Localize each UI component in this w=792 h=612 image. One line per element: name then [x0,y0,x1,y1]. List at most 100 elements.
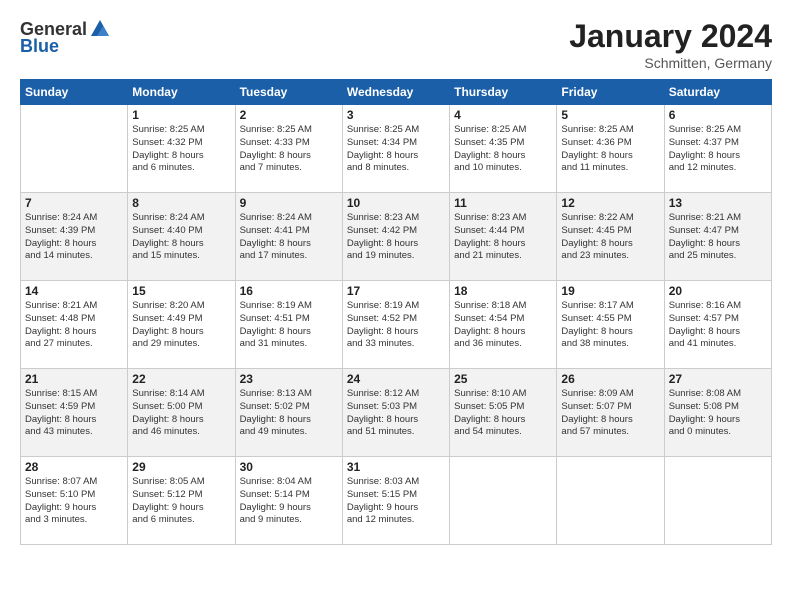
day-info: Sunrise: 8:25 AMSunset: 4:37 PMDaylight:… [669,124,767,175]
table-row: 8 Sunrise: 8:24 AMSunset: 4:40 PMDaylight… [128,193,235,281]
header-wednesday: Wednesday [342,80,449,105]
header-monday: Monday [128,80,235,105]
logo: General Blue [20,18,111,57]
day-number: 10 [347,196,445,210]
table-row: 22 Sunrise: 8:14 AMSunset: 5:00 PMDayligh… [128,369,235,457]
table-row: 24Sunrise: 8:12 AMSunset: 5:03 PMDayligh… [342,369,449,457]
table-row: 15 Sunrise: 8:20 AMSunset: 4:49 PMDayligh… [128,281,235,369]
table-row: 27 Sunrise: 8:08 AMSunset: 5:08 PMDayligh… [664,369,771,457]
table-row: 9 Sunrise: 8:24 AMSunset: 4:41 PMDaylight… [235,193,342,281]
day-number: 2 [240,108,338,122]
table-row: 17Sunrise: 8:19 AMSunset: 4:52 PMDayligh… [342,281,449,369]
day-info: Sunrise: 8:25 AMSunset: 4:36 PMDaylight:… [561,124,659,175]
day-info: Sunrise: 8:22 AMSunset: 4:45 PMDaylight:… [561,212,659,263]
logo-blue-text: Blue [20,36,59,57]
table-row: 30 Sunrise: 8:04 AMSunset: 5:14 PMDayligh… [235,457,342,545]
table-row: 6Sunrise: 8:25 AMSunset: 4:37 PMDaylight… [664,105,771,193]
header-friday: Friday [557,80,664,105]
day-info: Sunrise: 8:13 AMSunset: 5:02 PMDaylight:… [240,388,338,439]
table-row: 14Sunrise: 8:21 AMSunset: 4:48 PMDayligh… [21,281,128,369]
table-row [21,105,128,193]
calendar-header-row: Sunday Monday Tuesday Wednesday Thursday… [21,80,772,105]
calendar-week-row: 28 Sunrise: 8:07 AMSunset: 5:10 PMDayligh… [21,457,772,545]
day-info: Sunrise: 8:19 AMSunset: 4:51 PMDaylight:… [240,300,338,351]
day-info: Sunrise: 8:12 AMSunset: 5:03 PMDaylight:… [347,388,445,439]
day-number: 8 [132,196,230,210]
table-row: 31Sunrise: 8:03 AMSunset: 5:15 PMDayligh… [342,457,449,545]
table-row: 20 Sunrise: 8:16 AMSunset: 4:57 PMDayligh… [664,281,771,369]
calendar: Sunday Monday Tuesday Wednesday Thursday… [20,79,772,545]
table-row: 23 Sunrise: 8:13 AMSunset: 5:02 PMDayligh… [235,369,342,457]
table-row [450,457,557,545]
table-row: 2 Sunrise: 8:25 AMSunset: 4:33 PMDaylight… [235,105,342,193]
day-info: Sunrise: 8:24 AMSunset: 4:40 PMDaylight:… [132,212,230,263]
day-info: Sunrise: 8:05 AMSunset: 5:12 PMDaylight:… [132,476,230,527]
table-row: 10 Sunrise: 8:23 AMSunset: 4:42 PMDayligh… [342,193,449,281]
table-row [664,457,771,545]
day-number: 4 [454,108,552,122]
table-row: 1 Sunrise: 8:25 AMSunset: 4:32 PMDaylight… [128,105,235,193]
table-row: 28 Sunrise: 8:07 AMSunset: 5:10 PMDayligh… [21,457,128,545]
location: Schmitten, Germany [569,55,772,71]
title-block: January 2024 Schmitten, Germany [569,18,772,71]
table-row: 16 Sunrise: 8:19 AMSunset: 4:51 PMDayligh… [235,281,342,369]
table-row: 4 Sunrise: 8:25 AMSunset: 4:35 PMDaylight… [450,105,557,193]
logo-icon [89,18,111,40]
calendar-week-row: 14Sunrise: 8:21 AMSunset: 4:48 PMDayligh… [21,281,772,369]
day-info: Sunrise: 8:23 AMSunset: 4:42 PMDaylight:… [347,212,445,263]
table-row: 25 Sunrise: 8:10 AMSunset: 5:05 PMDayligh… [450,369,557,457]
table-row: 19 Sunrise: 8:17 AMSunset: 4:55 PMDayligh… [557,281,664,369]
day-number: 23 [240,372,338,386]
day-info: Sunrise: 8:08 AMSunset: 5:08 PMDaylight:… [669,388,767,439]
day-number: 27 [669,372,767,386]
table-row: 12 Sunrise: 8:22 AMSunset: 4:45 PMDayligh… [557,193,664,281]
table-row [557,457,664,545]
day-info: Sunrise: 8:21 AMSunset: 4:47 PMDaylight:… [669,212,767,263]
day-info: Sunrise: 8:14 AMSunset: 5:00 PMDaylight:… [132,388,230,439]
day-info: Sunrise: 8:20 AMSunset: 4:49 PMDaylight:… [132,300,230,351]
day-number: 16 [240,284,338,298]
day-info: Sunrise: 8:17 AMSunset: 4:55 PMDaylight:… [561,300,659,351]
day-number: 25 [454,372,552,386]
day-number: 12 [561,196,659,210]
calendar-week-row: 1 Sunrise: 8:25 AMSunset: 4:32 PMDaylight… [21,105,772,193]
day-info: Sunrise: 8:25 AMSunset: 4:34 PMDaylight:… [347,124,445,175]
table-row: 26Sunrise: 8:09 AMSunset: 5:07 PMDayligh… [557,369,664,457]
day-number: 30 [240,460,338,474]
day-number: 7 [25,196,123,210]
header-saturday: Saturday [664,80,771,105]
header-sunday: Sunday [21,80,128,105]
table-row: 3Sunrise: 8:25 AMSunset: 4:34 PMDaylight… [342,105,449,193]
day-info: Sunrise: 8:07 AMSunset: 5:10 PMDaylight:… [25,476,123,527]
table-row: 18Sunrise: 8:18 AMSunset: 4:54 PMDayligh… [450,281,557,369]
day-number: 13 [669,196,767,210]
table-row: 5Sunrise: 8:25 AMSunset: 4:36 PMDaylight… [557,105,664,193]
table-row: 7 Sunrise: 8:24 AMSunset: 4:39 PMDaylight… [21,193,128,281]
day-number: 17 [347,284,445,298]
day-number: 22 [132,372,230,386]
table-row: 21Sunrise: 8:15 AMSunset: 4:59 PMDayligh… [21,369,128,457]
table-row: 29Sunrise: 8:05 AMSunset: 5:12 PMDayligh… [128,457,235,545]
day-info: Sunrise: 8:16 AMSunset: 4:57 PMDaylight:… [669,300,767,351]
day-number: 20 [669,284,767,298]
day-info: Sunrise: 8:25 AMSunset: 4:33 PMDaylight:… [240,124,338,175]
day-info: Sunrise: 8:25 AMSunset: 4:32 PMDaylight:… [132,124,230,175]
table-row: 13 Sunrise: 8:21 AMSunset: 4:47 PMDayligh… [664,193,771,281]
day-number: 28 [25,460,123,474]
day-info: Sunrise: 8:25 AMSunset: 4:35 PMDaylight:… [454,124,552,175]
day-info: Sunrise: 8:10 AMSunset: 5:05 PMDaylight:… [454,388,552,439]
day-number: 15 [132,284,230,298]
day-info: Sunrise: 8:18 AMSunset: 4:54 PMDaylight:… [454,300,552,351]
day-info: Sunrise: 8:24 AMSunset: 4:41 PMDaylight:… [240,212,338,263]
day-info: Sunrise: 8:04 AMSunset: 5:14 PMDaylight:… [240,476,338,527]
calendar-week-row: 21Sunrise: 8:15 AMSunset: 4:59 PMDayligh… [21,369,772,457]
day-info: Sunrise: 8:24 AMSunset: 4:39 PMDaylight:… [25,212,123,263]
day-number: 21 [25,372,123,386]
day-number: 19 [561,284,659,298]
day-number: 1 [132,108,230,122]
day-info: Sunrise: 8:03 AMSunset: 5:15 PMDaylight:… [347,476,445,527]
day-number: 9 [240,196,338,210]
month-title: January 2024 [569,18,772,55]
calendar-week-row: 7 Sunrise: 8:24 AMSunset: 4:39 PMDaylight… [21,193,772,281]
header-tuesday: Tuesday [235,80,342,105]
